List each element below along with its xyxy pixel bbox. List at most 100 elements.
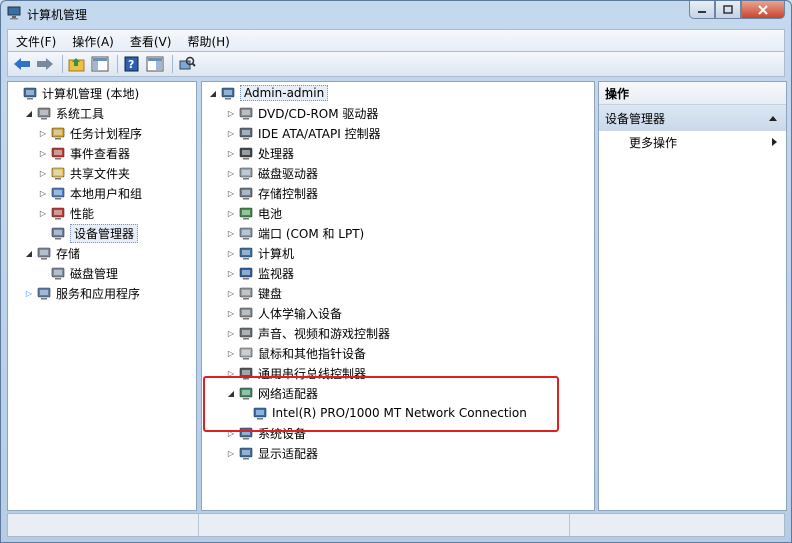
title-bar[interactable]: 计算机管理 — [1, 1, 791, 27]
disk-drive-icon — [239, 167, 253, 180]
tree-item-label: 本地用户和组 — [70, 186, 143, 201]
expanded-arrow-icon[interactable]: ◢ — [208, 88, 218, 98]
device-label: 监视器 — [258, 266, 295, 281]
maximize-icon — [723, 5, 733, 14]
collapsed-arrow-icon[interactable]: ▷ — [38, 128, 48, 138]
collapsed-arrow-icon[interactable]: ▷ — [24, 288, 34, 298]
tree-item-label: 任务计划程序 — [70, 126, 143, 141]
disk-management-icon — [51, 267, 65, 280]
collapsed-arrow-icon[interactable]: ▷ — [38, 208, 48, 218]
maximize-button[interactable] — [715, 1, 741, 19]
menu-item-action[interactable]: 操作(A) — [64, 33, 122, 50]
device-category-3[interactable]: ▷ 磁盘驱动器 — [226, 163, 318, 183]
users-icon — [51, 187, 65, 200]
actions-section-device-manager[interactable]: 设备管理器 — [599, 105, 786, 131]
dvd-drive-icon — [239, 107, 253, 120]
tree-item-label: 服务和应用程序 — [56, 286, 141, 301]
submenu-arrow-icon — [772, 138, 777, 146]
menu-item-help[interactable]: 帮助(H) — [179, 33, 237, 50]
services-icon — [37, 287, 51, 300]
storage-icon — [37, 247, 51, 260]
collapsed-arrow-icon[interactable]: ▷ — [226, 208, 236, 218]
monitor-icon — [239, 267, 253, 280]
tree-item-7[interactable]: 设备管理器 — [38, 223, 139, 243]
more-actions-item[interactable]: 更多操作 — [599, 131, 786, 153]
tree-item-2[interactable]: ▷ 任务计划程序 — [38, 123, 142, 143]
menu-item-view[interactable]: 查看(V) — [122, 33, 180, 50]
up-level-button[interactable] — [67, 54, 87, 74]
tree-item-4[interactable]: ▷ 共享文件夹 — [38, 163, 130, 183]
device-category-9[interactable]: ▷ 键盘 — [226, 283, 282, 303]
device-label: IDE ATA/ATAPI 控制器 — [258, 126, 381, 141]
device-category-0[interactable]: ▷ DVD/CD-ROM 驱动器 — [226, 103, 379, 123]
collapsed-arrow-icon[interactable]: ▷ — [38, 188, 48, 198]
expanded-arrow-icon[interactable]: ◢ — [24, 248, 34, 258]
device-category-17[interactable]: ▷ 显示适配器 — [226, 443, 318, 463]
tree-item-9[interactable]: 磁盘管理 — [38, 263, 118, 283]
help-button[interactable]: ? — [122, 54, 142, 74]
computer-management-icon — [23, 87, 37, 100]
collapsed-arrow-icon[interactable]: ▷ — [226, 128, 236, 138]
collapsed-arrow-icon[interactable]: ▷ — [226, 248, 236, 258]
collapsed-arrow-icon[interactable]: ▷ — [226, 288, 236, 298]
device-category-12[interactable]: ▷ 鼠标和其他指针设备 — [226, 343, 366, 363]
tree-item-5[interactable]: ▷ 本地用户和组 — [38, 183, 142, 203]
device-category-1[interactable]: ▷ IDE ATA/ATAPI 控制器 — [226, 123, 381, 143]
tree-item-0[interactable]: 计算机管理 (本地) — [10, 83, 139, 103]
tree-item-1[interactable]: ◢ 系统工具 — [24, 103, 104, 123]
device-category-4[interactable]: ▷ 存储控制器 — [226, 183, 318, 203]
collapsed-arrow-icon[interactable]: ▷ — [226, 308, 236, 318]
collapsed-arrow-icon[interactable]: ▷ — [226, 228, 236, 238]
close-button[interactable] — [741, 1, 785, 19]
collapsed-arrow-icon[interactable]: ▷ — [226, 448, 236, 458]
collapsed-arrow-icon[interactable]: ▷ — [226, 328, 236, 338]
keyboard-icon — [239, 287, 253, 300]
display-adapter-icon — [239, 447, 253, 460]
expanded-arrow-icon[interactable]: ◢ — [24, 108, 34, 118]
tree-item-3[interactable]: ▷ 事件查看器 — [38, 143, 130, 163]
device-category-7[interactable]: ▷ 计算机 — [226, 243, 294, 263]
actions-header: 操作 — [599, 82, 786, 105]
collapse-up-icon[interactable] — [768, 114, 778, 122]
tree-item-6[interactable]: ▷ 性能 — [38, 203, 94, 223]
highlight-box-network-adapter — [203, 376, 559, 432]
device-category-10[interactable]: ▷ 人体学输入设备 — [226, 303, 342, 323]
collapsed-arrow-icon[interactable]: ▷ — [38, 168, 48, 178]
collapsed-arrow-icon[interactable]: ▷ — [226, 188, 236, 198]
collapsed-arrow-icon[interactable]: ▷ — [226, 148, 236, 158]
scan-hardware-button[interactable] — [177, 54, 197, 74]
processor-icon — [239, 147, 253, 160]
tree-item-label: 磁盘管理 — [70, 266, 119, 281]
tree-item-label: 计算机管理 (本地) — [42, 86, 140, 101]
svg-text:?: ? — [128, 58, 134, 71]
device-category-2[interactable]: ▷ 处理器 — [226, 143, 294, 163]
toolbar-separator — [172, 55, 173, 73]
toolbar-separator — [62, 55, 63, 73]
menu-item-file[interactable]: 文件(F) — [8, 33, 64, 50]
port-icon — [239, 227, 253, 240]
device-category-6[interactable]: ▷ 端口 (COM 和 LPT) — [226, 223, 364, 243]
tree-item-10[interactable]: ▷ 服务和应用程序 — [24, 283, 140, 303]
collapsed-arrow-icon[interactable]: ▷ — [226, 268, 236, 278]
scan-hardware-icon — [179, 56, 196, 70]
minimize-button[interactable] — [689, 1, 715, 19]
show-hide-tree-button[interactable] — [90, 54, 110, 74]
clock-icon — [51, 127, 65, 140]
device-label: 人体学输入设备 — [258, 306, 343, 321]
device-category-5[interactable]: ▷ 电池 — [226, 203, 282, 223]
collapsed-arrow-icon[interactable]: ▷ — [226, 168, 236, 178]
tree-item-8[interactable]: ◢ 存储 — [24, 243, 80, 263]
device-category-8[interactable]: ▷ 监视器 — [226, 263, 294, 283]
close-icon — [758, 4, 768, 15]
device-category-11[interactable]: ▷ 声音、视频和游戏控制器 — [226, 323, 390, 343]
computer-icon — [221, 87, 235, 100]
device-tree-root[interactable]: ◢ Admin-admin — [208, 83, 329, 103]
show-action-pane-button[interactable] — [145, 54, 165, 74]
collapsed-arrow-icon[interactable]: ▷ — [226, 108, 236, 118]
tools-icon — [37, 107, 51, 120]
back-button[interactable] — [12, 54, 32, 74]
forward-button[interactable] — [35, 54, 55, 74]
device-label: 处理器 — [258, 146, 295, 161]
collapsed-arrow-icon[interactable]: ▷ — [38, 148, 48, 158]
collapsed-arrow-icon[interactable]: ▷ — [226, 348, 236, 358]
